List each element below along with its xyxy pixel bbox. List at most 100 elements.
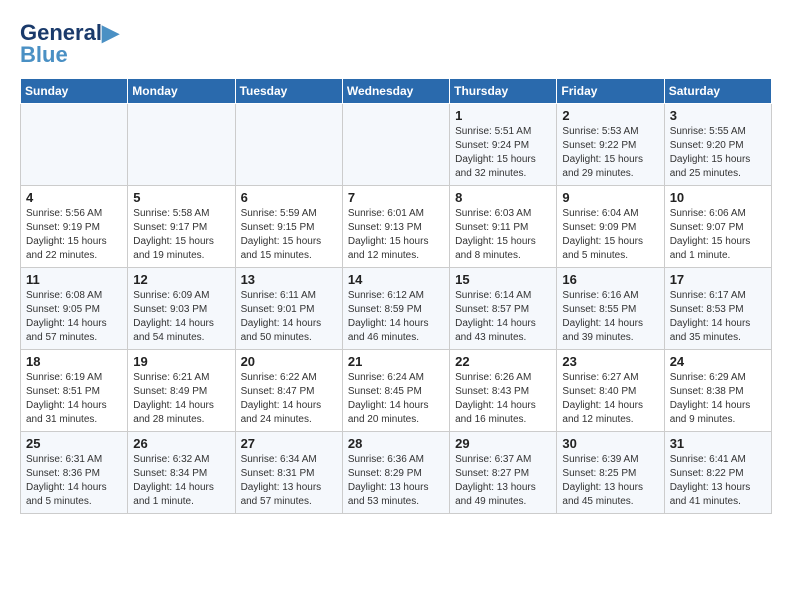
calendar-cell: 16 Sunrise: 6:16 AM Sunset: 8:55 PM Dayli… (557, 268, 664, 350)
day-info: Sunrise: 6:08 AM Sunset: 9:05 PM Dayligh… (26, 289, 122, 345)
calendar-table: SundayMondayTuesdayWednesdayThursdayFrid… (20, 78, 772, 514)
calendar-cell: 31 Sunrise: 6:41 AM Sunset: 8:22 PM Dayli… (664, 432, 771, 514)
calendar-week-row: 11 Sunrise: 6:08 AM Sunset: 9:05 PM Dayli… (21, 268, 772, 350)
day-number: 24 (670, 354, 766, 369)
day-number: 26 (133, 436, 229, 451)
day-number: 2 (562, 108, 658, 123)
day-number: 28 (348, 436, 444, 451)
day-number: 13 (241, 272, 337, 287)
logo-text-blue: Blue (20, 42, 68, 68)
calendar-cell: 19Sunrise: 6:21 AM Sunset: 8:49 PM Dayli… (128, 350, 235, 432)
day-number: 5 (133, 190, 229, 205)
calendar-cell: 28 Sunrise: 6:36 AM Sunset: 8:29 PM Dayli… (342, 432, 449, 514)
day-info: Sunrise: 5:58 AM Sunset: 9:17 PM Dayligh… (133, 207, 229, 263)
day-info: Sunrise: 6:11 AM Sunset: 9:01 PM Dayligh… (241, 289, 337, 345)
day-info: Sunrise: 6:24 AM Sunset: 8:45 PM Dayligh… (348, 371, 444, 427)
day-info: Sunrise: 6:03 AM Sunset: 9:11 PM Dayligh… (455, 207, 551, 263)
day-info: Sunrise: 6:32 AM Sunset: 8:34 PM Dayligh… (133, 453, 229, 509)
day-number: 27 (241, 436, 337, 451)
day-number: 10 (670, 190, 766, 205)
calendar-cell: 27 Sunrise: 6:34 AM Sunset: 8:31 PM Dayli… (235, 432, 342, 514)
day-number: 22 (455, 354, 551, 369)
calendar-cell: 21 Sunrise: 6:24 AM Sunset: 8:45 PM Dayli… (342, 350, 449, 432)
day-number: 11 (26, 272, 122, 287)
calendar-cell: 25Sunrise: 6:31 AM Sunset: 8:36 PM Dayli… (21, 432, 128, 514)
day-info: Sunrise: 6:26 AM Sunset: 8:43 PM Dayligh… (455, 371, 551, 427)
calendar-cell: 2 Sunrise: 5:53 AM Sunset: 9:22 PM Daylig… (557, 104, 664, 186)
day-info: Sunrise: 6:34 AM Sunset: 8:31 PM Dayligh… (241, 453, 337, 509)
day-number: 19 (133, 354, 229, 369)
day-info: Sunrise: 6:04 AM Sunset: 9:09 PM Dayligh… (562, 207, 658, 263)
day-info: Sunrise: 6:41 AM Sunset: 8:22 PM Dayligh… (670, 453, 766, 509)
day-info: Sunrise: 6:22 AM Sunset: 8:47 PM Dayligh… (241, 371, 337, 427)
day-info: Sunrise: 6:06 AM Sunset: 9:07 PM Dayligh… (670, 207, 766, 263)
calendar-cell: 13 Sunrise: 6:11 AM Sunset: 9:01 PM Dayli… (235, 268, 342, 350)
calendar-week-row: 25Sunrise: 6:31 AM Sunset: 8:36 PM Dayli… (21, 432, 772, 514)
calendar-cell: 30 Sunrise: 6:39 AM Sunset: 8:25 PM Dayli… (557, 432, 664, 514)
calendar-cell: 8 Sunrise: 6:03 AM Sunset: 9:11 PM Daylig… (450, 186, 557, 268)
day-number: 8 (455, 190, 551, 205)
day-info: Sunrise: 5:51 AM Sunset: 9:24 PM Dayligh… (455, 125, 551, 181)
calendar-cell: 26 Sunrise: 6:32 AM Sunset: 8:34 PM Dayli… (128, 432, 235, 514)
calendar-cell: 7 Sunrise: 6:01 AM Sunset: 9:13 PM Daylig… (342, 186, 449, 268)
day-info: Sunrise: 5:59 AM Sunset: 9:15 PM Dayligh… (241, 207, 337, 263)
day-number: 16 (562, 272, 658, 287)
day-info: Sunrise: 5:53 AM Sunset: 9:22 PM Dayligh… (562, 125, 658, 181)
calendar-cell: 20 Sunrise: 6:22 AM Sunset: 8:47 PM Dayli… (235, 350, 342, 432)
day-number: 25 (26, 436, 122, 451)
weekday-header-monday: Monday (128, 79, 235, 104)
day-number: 31 (670, 436, 766, 451)
day-number: 15 (455, 272, 551, 287)
day-number: 21 (348, 354, 444, 369)
calendar-cell: 3 Sunrise: 5:55 AM Sunset: 9:20 PM Daylig… (664, 104, 771, 186)
logo: General▶ Blue (20, 20, 119, 68)
day-info: Sunrise: 6:19 AM Sunset: 8:51 PM Dayligh… (26, 371, 122, 427)
day-info: Sunrise: 6:14 AM Sunset: 8:57 PM Dayligh… (455, 289, 551, 345)
day-info: Sunrise: 6:36 AM Sunset: 8:29 PM Dayligh… (348, 453, 444, 509)
calendar-cell: 18Sunrise: 6:19 AM Sunset: 8:51 PM Dayli… (21, 350, 128, 432)
day-number: 9 (562, 190, 658, 205)
day-number: 29 (455, 436, 551, 451)
day-info: Sunrise: 6:27 AM Sunset: 8:40 PM Dayligh… (562, 371, 658, 427)
weekday-header-row: SundayMondayTuesdayWednesdayThursdayFrid… (21, 79, 772, 104)
day-number: 6 (241, 190, 337, 205)
day-info: Sunrise: 5:55 AM Sunset: 9:20 PM Dayligh… (670, 125, 766, 181)
day-info: Sunrise: 6:01 AM Sunset: 9:13 PM Dayligh… (348, 207, 444, 263)
day-number: 7 (348, 190, 444, 205)
calendar-cell: 11 Sunrise: 6:08 AM Sunset: 9:05 PM Dayli… (21, 268, 128, 350)
weekday-header-thursday: Thursday (450, 79, 557, 104)
calendar-cell (128, 104, 235, 186)
day-info: Sunrise: 6:12 AM Sunset: 8:59 PM Dayligh… (348, 289, 444, 345)
weekday-header-wednesday: Wednesday (342, 79, 449, 104)
calendar-cell: 5 Sunrise: 5:58 AM Sunset: 9:17 PM Daylig… (128, 186, 235, 268)
day-number: 4 (26, 190, 122, 205)
calendar-cell (235, 104, 342, 186)
calendar-cell: 1 Sunrise: 5:51 AM Sunset: 9:24 PM Daylig… (450, 104, 557, 186)
calendar-cell: 4 Sunrise: 5:56 AM Sunset: 9:19 PM Daylig… (21, 186, 128, 268)
calendar-cell: 10 Sunrise: 6:06 AM Sunset: 9:07 PM Dayli… (664, 186, 771, 268)
day-number: 3 (670, 108, 766, 123)
calendar-week-row: 4 Sunrise: 5:56 AM Sunset: 9:19 PM Daylig… (21, 186, 772, 268)
day-number: 20 (241, 354, 337, 369)
day-number: 1 (455, 108, 551, 123)
weekday-header-saturday: Saturday (664, 79, 771, 104)
day-info: Sunrise: 6:39 AM Sunset: 8:25 PM Dayligh… (562, 453, 658, 509)
calendar-cell: 15 Sunrise: 6:14 AM Sunset: 8:57 PM Dayli… (450, 268, 557, 350)
day-info: Sunrise: 6:29 AM Sunset: 8:38 PM Dayligh… (670, 371, 766, 427)
calendar-cell: 23 Sunrise: 6:27 AM Sunset: 8:40 PM Dayli… (557, 350, 664, 432)
day-info: Sunrise: 6:09 AM Sunset: 9:03 PM Dayligh… (133, 289, 229, 345)
calendar-cell: 17Sunrise: 6:17 AM Sunset: 8:53 PM Dayli… (664, 268, 771, 350)
calendar-cell: 12Sunrise: 6:09 AM Sunset: 9:03 PM Dayli… (128, 268, 235, 350)
calendar-cell (342, 104, 449, 186)
calendar-cell: 24 Sunrise: 6:29 AM Sunset: 8:38 PM Dayli… (664, 350, 771, 432)
calendar-week-row: 18Sunrise: 6:19 AM Sunset: 8:51 PM Dayli… (21, 350, 772, 432)
calendar-cell: 22 Sunrise: 6:26 AM Sunset: 8:43 PM Dayli… (450, 350, 557, 432)
day-info: Sunrise: 6:16 AM Sunset: 8:55 PM Dayligh… (562, 289, 658, 345)
day-info: Sunrise: 5:56 AM Sunset: 9:19 PM Dayligh… (26, 207, 122, 263)
calendar-cell: 14 Sunrise: 6:12 AM Sunset: 8:59 PM Dayli… (342, 268, 449, 350)
weekday-header-friday: Friday (557, 79, 664, 104)
day-number: 14 (348, 272, 444, 287)
day-number: 23 (562, 354, 658, 369)
weekday-header-sunday: Sunday (21, 79, 128, 104)
day-number: 30 (562, 436, 658, 451)
